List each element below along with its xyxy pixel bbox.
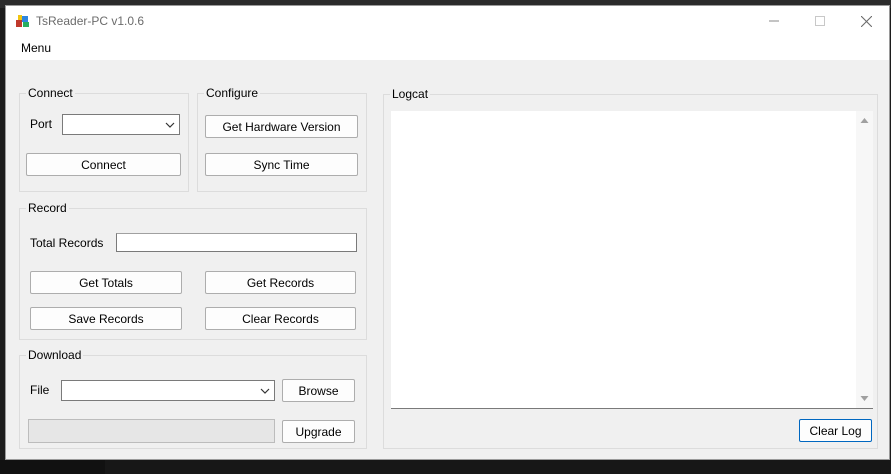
save-records-button[interactable]: Save Records bbox=[30, 307, 182, 330]
connect-group: Connect Port Connect bbox=[19, 86, 189, 192]
configure-group-label: Configure bbox=[204, 86, 261, 100]
close-icon bbox=[860, 15, 872, 27]
menu-item-menu[interactable]: Menu bbox=[21, 41, 51, 55]
get-records-button[interactable]: Get Records bbox=[205, 271, 356, 294]
log-scrollbar[interactable] bbox=[856, 111, 873, 408]
app-icon bbox=[16, 15, 29, 27]
configure-group: Configure Get Hardware Version Sync Time bbox=[197, 86, 367, 192]
file-select[interactable] bbox=[61, 380, 275, 401]
minimize-button[interactable] bbox=[751, 6, 797, 36]
port-select[interactable] bbox=[62, 114, 180, 135]
get-hardware-version-button[interactable]: Get Hardware Version bbox=[205, 115, 358, 138]
total-records-field[interactable] bbox=[116, 233, 357, 252]
logcat-group-label: Logcat bbox=[390, 87, 431, 101]
chevron-down-icon bbox=[260, 388, 270, 394]
sync-time-button[interactable]: Sync Time bbox=[205, 153, 358, 176]
minimize-icon bbox=[769, 20, 779, 22]
clear-records-button[interactable]: Clear Records bbox=[205, 307, 356, 330]
logcat-group: Logcat Clear Log bbox=[383, 87, 878, 449]
app-window: TsReader-PC v1.0.6 Menu Connect Port Con… bbox=[5, 5, 890, 460]
taskbar-segment bbox=[105, 460, 891, 474]
maximize-icon bbox=[815, 16, 825, 26]
port-label: Port bbox=[30, 117, 53, 131]
browse-button[interactable]: Browse bbox=[282, 379, 355, 402]
menu-bar: Menu bbox=[6, 36, 889, 60]
chevron-down-icon bbox=[165, 122, 175, 128]
log-output[interactable] bbox=[391, 111, 873, 409]
record-group: Record Total Records Get Totals Get Reco… bbox=[19, 201, 367, 340]
taskbar bbox=[0, 460, 891, 474]
scroll-up-icon[interactable] bbox=[859, 115, 870, 126]
upgrade-button[interactable]: Upgrade bbox=[282, 420, 355, 443]
connect-button[interactable]: Connect bbox=[26, 153, 181, 176]
clear-log-button[interactable]: Clear Log bbox=[799, 419, 872, 442]
total-records-label: Total Records bbox=[30, 236, 104, 250]
record-group-label: Record bbox=[26, 201, 69, 215]
upgrade-progress-bar bbox=[28, 419, 275, 443]
title-bar[interactable]: TsReader-PC v1.0.6 bbox=[6, 6, 889, 36]
maximize-button[interactable] bbox=[797, 6, 843, 36]
close-button[interactable] bbox=[843, 6, 889, 36]
connect-group-label: Connect bbox=[26, 86, 75, 100]
get-totals-button[interactable]: Get Totals bbox=[30, 271, 182, 294]
file-label: File bbox=[30, 383, 50, 397]
download-group: Download File Browse Upgrade bbox=[19, 348, 367, 449]
window-title: TsReader-PC v1.0.6 bbox=[36, 14, 145, 28]
download-group-label: Download bbox=[26, 348, 84, 362]
scroll-down-icon[interactable] bbox=[859, 393, 870, 404]
